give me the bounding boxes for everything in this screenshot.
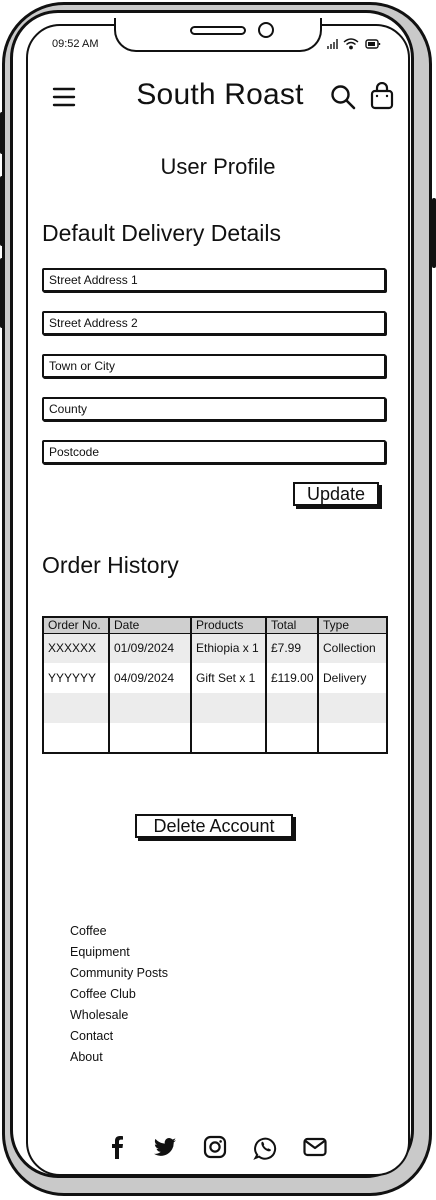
- twitter-icon[interactable]: [152, 1134, 178, 1160]
- power-button: [432, 198, 436, 268]
- order-history-title: Order History: [42, 552, 179, 578]
- volume-down-button: [0, 176, 4, 246]
- empty-cell: [43, 693, 109, 723]
- street-address-1-field[interactable]: Street Address 1: [42, 268, 386, 292]
- speaker-grill: [190, 26, 246, 35]
- search-icon[interactable]: [330, 84, 356, 110]
- empty-cell: [190, 723, 266, 753]
- postcode-field[interactable]: Postcode: [42, 440, 386, 464]
- battery-icon: [365, 39, 381, 49]
- order-history-table: Order No. Date Products Total Type XXXXX…: [42, 616, 388, 754]
- empty-cell: [265, 693, 318, 723]
- column-header-date: Date: [108, 617, 191, 634]
- empty-cell: [190, 693, 266, 723]
- order-type-cell: Delivery: [317, 663, 387, 693]
- order-number-cell: XXXXXX: [43, 633, 109, 663]
- street-address-2-field[interactable]: Street Address 2: [42, 311, 386, 335]
- footer-links: Coffee Equipment Community Posts Coffee …: [70, 922, 168, 1069]
- whatsapp-icon[interactable]: [252, 1134, 278, 1160]
- footer-link-coffee-club[interactable]: Coffee Club: [70, 985, 168, 1006]
- delete-account-button[interactable]: Delete Account: [135, 814, 293, 838]
- mail-icon[interactable]: [302, 1134, 328, 1160]
- table-row-empty: [43, 693, 387, 723]
- table-row-empty: [43, 723, 387, 753]
- footer-link-about[interactable]: About: [70, 1048, 168, 1069]
- brand-logo[interactable]: South Roast: [120, 78, 320, 112]
- volume-up-button: [0, 112, 4, 154]
- footer-link-wholesale[interactable]: Wholesale: [70, 1006, 168, 1027]
- empty-cell: [108, 693, 191, 723]
- empty-cell: [108, 723, 191, 753]
- status-time: 09:52 AM: [52, 38, 99, 50]
- signal-icon: [327, 39, 338, 49]
- update-button[interactable]: Update: [293, 482, 379, 506]
- page-title: User Profile: [160, 154, 276, 179]
- table-row[interactable]: YYYYYY 04/09/2024 Gift Set x 1 £119.00 D…: [43, 663, 387, 693]
- front-camera: [258, 22, 274, 38]
- county-field[interactable]: County: [42, 397, 386, 421]
- table-header-row: Order No. Date Products Total Type: [43, 617, 387, 634]
- column-header-products: Products: [190, 617, 266, 634]
- top-nav: South Roast: [50, 78, 400, 120]
- status-icons: [327, 38, 381, 50]
- order-products-cell: Gift Set x 1: [190, 663, 266, 693]
- empty-cell: [317, 693, 387, 723]
- instagram-icon[interactable]: [202, 1134, 228, 1160]
- footer-link-contact[interactable]: Contact: [70, 1027, 168, 1048]
- empty-cell: [43, 723, 109, 753]
- order-total-cell: £7.99: [265, 633, 318, 663]
- mute-switch: [0, 258, 4, 328]
- town-or-city-field[interactable]: Town or City: [42, 354, 386, 378]
- column-header-type: Type: [317, 617, 387, 634]
- order-number-cell: YYYYYY: [48, 671, 97, 685]
- column-header-order-no: Order No.: [43, 617, 109, 634]
- footer-link-equipment[interactable]: Equipment: [70, 943, 168, 964]
- footer-link-coffee[interactable]: Coffee: [70, 922, 168, 943]
- hamburger-menu-icon[interactable]: [52, 86, 76, 108]
- order-date-cell: 04/09/2024: [108, 663, 191, 693]
- order-date-cell: 01/09/2024: [108, 633, 191, 663]
- shopping-bag-icon[interactable]: [370, 82, 394, 110]
- phone-notch: [114, 18, 322, 52]
- column-header-total: Total: [265, 617, 318, 634]
- facebook-icon[interactable]: [104, 1134, 130, 1160]
- order-type-cell: Collection: [317, 633, 387, 663]
- empty-cell: [317, 723, 387, 753]
- delivery-section-title: Default Delivery Details: [42, 220, 282, 246]
- table-row[interactable]: XXXXXX 01/09/2024 Ethiopia x 1 £7.99 Col…: [43, 633, 387, 663]
- empty-cell: [265, 723, 318, 753]
- footer-link-community-posts[interactable]: Community Posts: [70, 964, 168, 985]
- wifi-icon: [343, 38, 359, 50]
- order-total-cell: £119.00: [265, 663, 318, 693]
- order-products-cell: Ethiopia x 1: [190, 633, 266, 663]
